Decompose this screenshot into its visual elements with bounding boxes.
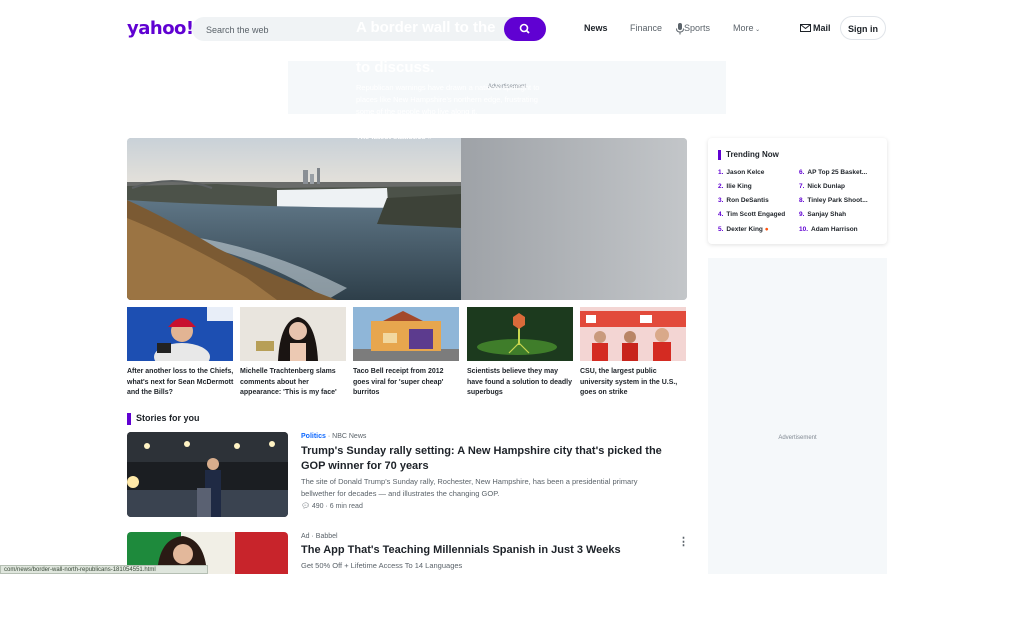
bills-coach-image <box>127 307 233 361</box>
trending-item[interactable]: 4. Tim Scott Engaged <box>718 211 785 218</box>
nav-more-label: More <box>733 23 754 33</box>
trending-item[interactable]: 8. Tinley Park Shoot... <box>799 197 868 204</box>
trending-label: Tinley Park Shoot... <box>807 197 868 204</box>
story-meta-babbel-ad: Ad · Babbel <box>301 533 338 540</box>
thumb-caption-superbugs[interactable]: Scientists believe they may have found a… <box>467 367 575 399</box>
hero-description: Republican warnings have drawn a nationa… <box>356 83 540 116</box>
link-status-bar: com/news/border-wall-north-republicans-1… <box>0 565 208 574</box>
trending-rank: 8. <box>799 197 805 204</box>
ad-source[interactable]: Babbel <box>316 533 338 540</box>
trending-rank: 4. <box>718 211 724 218</box>
story-title-babbel-ad[interactable]: The App That's Teaching Millennials Span… <box>301 543 671 558</box>
story-description-trump-rally: The site of Donald Trump's Sunday rally,… <box>301 477 638 498</box>
trending-rank: 6. <box>799 169 805 176</box>
thumb-image-tacobell[interactable] <box>353 307 459 361</box>
superbugs-image <box>467 307 573 361</box>
trending-label: Ilie King <box>726 183 752 190</box>
hero-link[interactable]: The latest statistics » <box>356 132 432 141</box>
trending-label: Sanjay Shah <box>807 211 847 218</box>
thumb-caption-michelle[interactable]: Michelle Trachtenberg slams comments abo… <box>240 367 348 399</box>
stories-heading: Stories for you <box>136 413 200 423</box>
mail-label: Mail <box>813 23 831 33</box>
trending-item[interactable]: 3. Ron DeSantis <box>718 197 769 204</box>
story-meta-trump-rally: Politics · NBC News <box>301 433 366 440</box>
trending-rank: 7. <box>799 183 805 190</box>
thumb-image-superbugs[interactable] <box>467 307 573 361</box>
thumb-caption-bills[interactable]: After another loss to the Chiefs, what's… <box>127 367 235 399</box>
trending-item[interactable]: 6. AP Top 25 Basket... <box>799 169 867 176</box>
ad-label: Ad <box>301 533 310 540</box>
trending-item[interactable]: 5. Dexter King ● <box>718 226 769 233</box>
comment-icon[interactable]: 💬︎ <box>301 503 310 510</box>
thumb-image-csu[interactable] <box>580 307 686 361</box>
comment-count[interactable]: 490 <box>312 503 324 510</box>
csu-strike-image <box>580 307 686 361</box>
hero-story[interactable] <box>127 138 687 300</box>
trending-rank: 2. <box>718 183 724 190</box>
trending-item[interactable]: 1. Jason Kelce <box>718 169 764 176</box>
chevron-down-icon: ⌄ <box>753 27 761 33</box>
trending-rank: 1. <box>718 169 724 176</box>
trending-label: Ron DeSantis <box>726 197 769 204</box>
story-category[interactable]: Politics <box>301 433 326 440</box>
trending-heading: Trending Now <box>726 150 779 159</box>
trending-label: AP Top 25 Basket... <box>807 169 868 176</box>
trending-rank: 10. <box>799 226 809 233</box>
trending-item[interactable]: 10. Adam Harrison <box>799 226 858 233</box>
hero-image <box>127 138 461 300</box>
thumb-caption-tacobell[interactable]: Taco Bell receipt from 2012 goes viral f… <box>353 367 461 399</box>
hero-text-panel <box>461 138 687 300</box>
fire-icon: ● <box>762 226 769 233</box>
trending-item[interactable]: 2. Ilie King <box>718 183 752 190</box>
story-stats-trump-rally: 💬︎ 490 · 6 min read <box>301 502 363 510</box>
trending-label: Dexter King <box>726 226 763 233</box>
thumb-image-michelle[interactable] <box>240 307 346 361</box>
mail-link[interactable]: Mail <box>800 23 831 33</box>
story-image-trump-rally[interactable] <box>127 432 288 517</box>
trending-heading-accent <box>718 150 721 160</box>
hero-title[interactable]: A border wall to the north? Republicans … <box>356 18 536 78</box>
sign-in-button[interactable]: Sign in <box>840 16 886 40</box>
taco-bell-image <box>353 307 459 361</box>
thumb-caption-csu[interactable]: CSU, the largest public university syste… <box>580 367 688 399</box>
nav-more[interactable]: More ⌄ <box>733 23 760 33</box>
rally-image <box>127 432 288 517</box>
trending-label: Tim Scott Engaged <box>726 211 786 218</box>
trending-label: Nick Dunlap <box>807 183 845 190</box>
story-source: NBC News <box>332 433 367 440</box>
trending-rank: 3. <box>718 197 724 204</box>
trending-label: Jason Kelce <box>726 169 765 176</box>
story-description-babbel-ad: Get 50% Off + Lifetime Access To 14 Lang… <box>301 561 463 570</box>
trending-item[interactable]: 7. Nick Dunlap <box>799 183 845 190</box>
more-options-icon[interactable]: ⋮ <box>678 535 689 548</box>
thumb-image-bills[interactable] <box>127 307 233 361</box>
trending-item[interactable]: 9. Sanjay Shah <box>799 211 846 218</box>
trending-rank: 9. <box>799 211 805 218</box>
michelle-image <box>240 307 346 361</box>
nav-finance[interactable]: Finance <box>630 23 662 33</box>
trending-rank: 5. <box>718 226 724 233</box>
mail-icon <box>800 24 811 32</box>
read-time: 6 min read <box>329 503 363 510</box>
right-advertisement[interactable]: Advertisement <box>708 258 887 574</box>
story-title-trump-rally[interactable]: Trump's Sunday rally setting: A New Hamp… <box>301 444 671 474</box>
stories-heading-accent <box>127 413 131 425</box>
nav-sports[interactable]: Sports <box>684 23 710 33</box>
yahoo-logo[interactable]: yahoo! <box>127 18 194 39</box>
trending-label: Adam Harrison <box>811 226 858 233</box>
nav-news[interactable]: News <box>584 23 608 33</box>
